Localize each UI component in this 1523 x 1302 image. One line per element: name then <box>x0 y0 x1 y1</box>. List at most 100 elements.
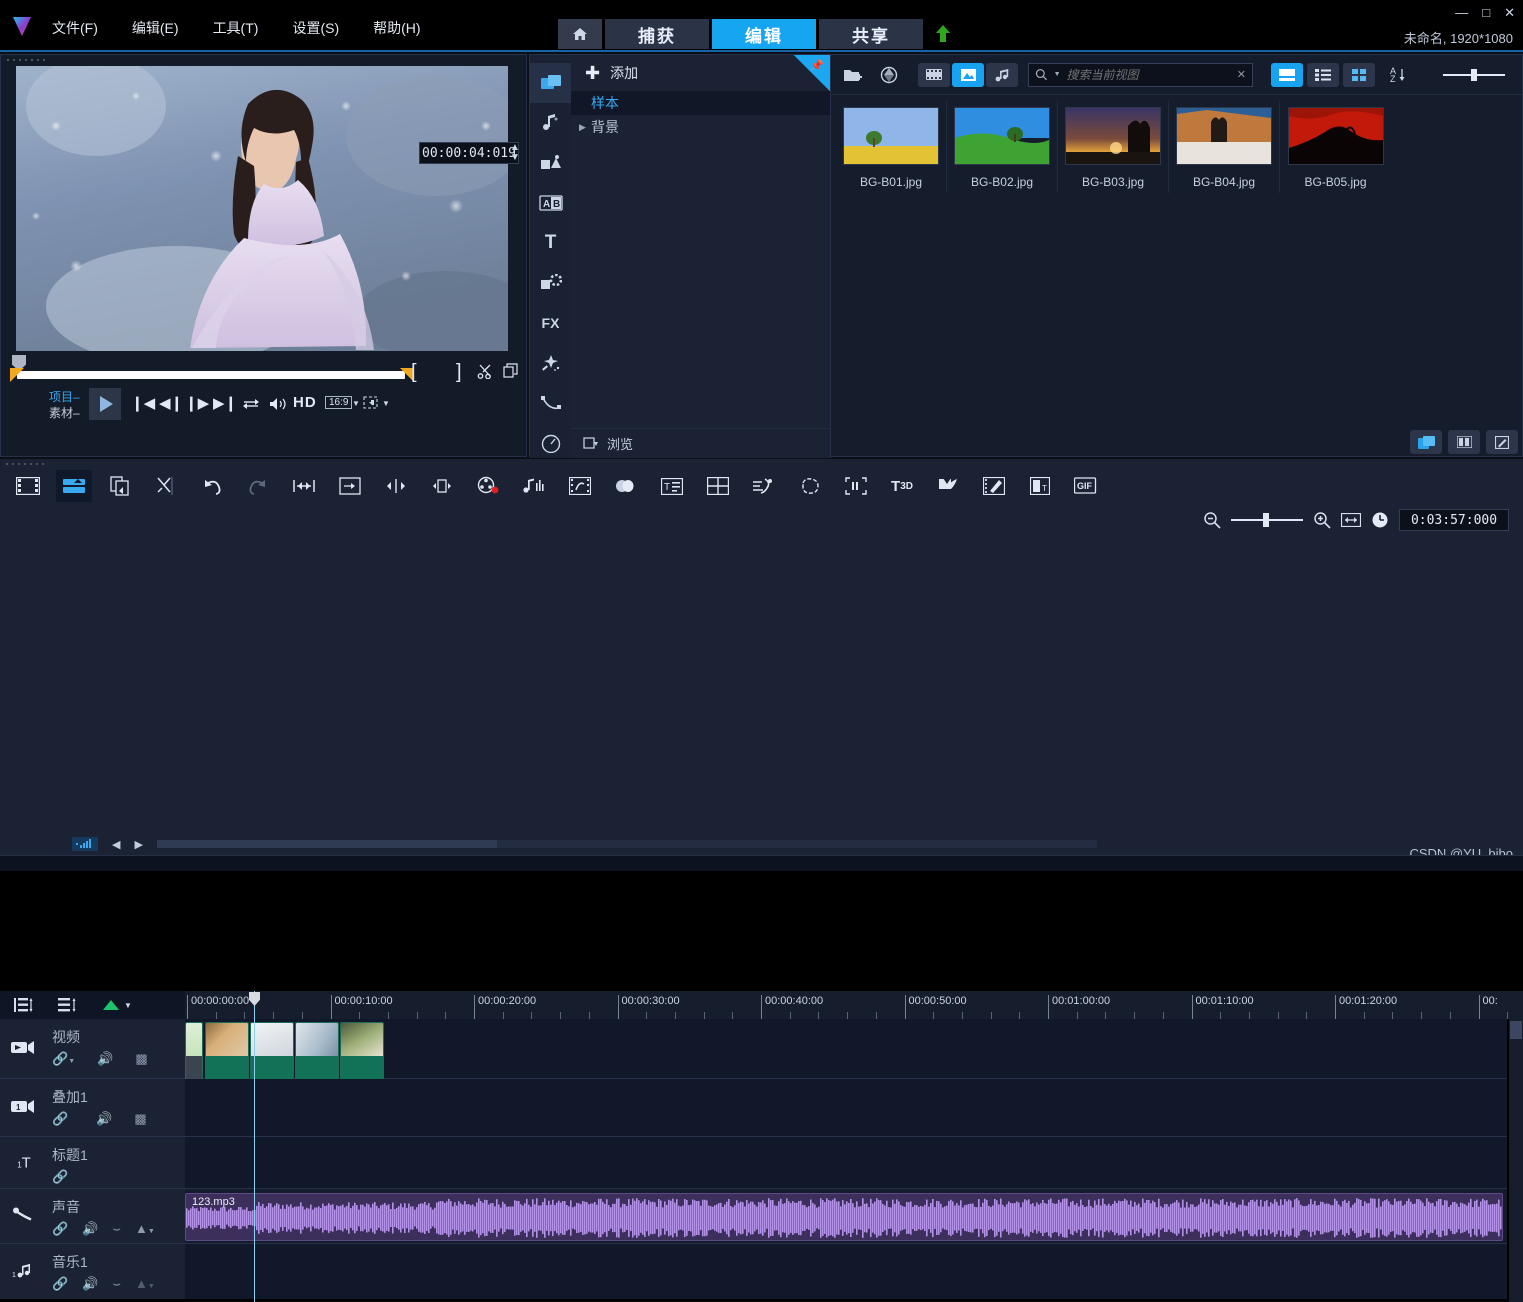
mask-icon[interactable] <box>792 470 828 502</box>
graphic-icon[interactable] <box>530 263 571 303</box>
zoom-out-icon[interactable] <box>1203 511 1221 529</box>
tab-share[interactable]: 共享 <box>819 19 923 49</box>
chevron-right-icon[interactable]: ▶ <box>579 122 586 133</box>
copy-attributes-icon[interactable] <box>102 470 138 502</box>
track-body-voice[interactable]: 123.mp3 <box>185 1189 1507 1244</box>
media-icon[interactable] <box>530 63 571 103</box>
timeline-playhead[interactable] <box>254 991 255 1302</box>
clear-search-icon[interactable]: ✕ <box>1237 68 1246 81</box>
slider-knob[interactable] <box>1263 513 1269 527</box>
library-item[interactable]: BG-B02.jpg <box>947 101 1058 193</box>
mode-project[interactable]: 项目– <box>49 389 80 405</box>
menu-settings[interactable]: 设置(S) <box>286 16 345 40</box>
video-clip[interactable] <box>185 1022 203 1080</box>
fx-icon[interactable]: FX <box>530 303 571 343</box>
scroll-right-icon[interactable]: ▶ <box>134 838 142 851</box>
clock-icon[interactable] <box>1371 511 1389 529</box>
timeline-view-icon[interactable] <box>56 470 92 502</box>
thumbnail-size-slider[interactable] <box>1443 68 1505 81</box>
timeline-zoom-slider[interactable] <box>1231 513 1303 527</box>
hide-icon[interactable]: ▩ <box>135 1051 147 1067</box>
mark-in-button[interactable]: [ <box>411 361 417 384</box>
library-item[interactable]: BG-B05.jpg <box>1280 101 1391 193</box>
track-header-title[interactable]: 1T 标题1 🔗 <box>0 1137 185 1189</box>
mixer-icon[interactable] <box>148 470 184 502</box>
mix-audio-icon[interactable] <box>58 997 78 1013</box>
crop-icon[interactable] <box>332 470 368 502</box>
mute-icon[interactable]: 🔊 <box>82 1221 98 1237</box>
menu-help[interactable]: 帮助(H) <box>367 16 426 40</box>
speed-icon[interactable] <box>530 423 571 463</box>
audio-mixer-icon[interactable] <box>516 470 552 502</box>
tab-home[interactable] <box>558 19 602 49</box>
link-icon[interactable]: 🔗 <box>52 1276 68 1292</box>
hide-icon[interactable]: ▩ <box>134 1111 146 1127</box>
multicam-icon[interactable] <box>608 470 644 502</box>
tab-edit[interactable]: 编辑 <box>712 19 816 49</box>
paint-icon[interactable] <box>930 470 966 502</box>
velocity-icon[interactable] <box>746 470 782 502</box>
jump-end-button[interactable]: ▶❙ <box>213 394 237 412</box>
play-button[interactable] <box>89 388 121 420</box>
horizontal-scroll-thumb[interactable] <box>156 840 497 848</box>
search-dropdown-icon[interactable]: ▼ <box>1054 71 1061 78</box>
stopmotion-icon[interactable] <box>976 470 1012 502</box>
filter-video-icon[interactable] <box>918 62 950 87</box>
mute-icon[interactable]: 🔊 <box>96 1111 112 1127</box>
tree-item-sample[interactable]: 样本 <box>571 91 830 115</box>
title-t-icon[interactable]: T <box>530 223 571 263</box>
fit-project-icon[interactable] <box>286 470 322 502</box>
next-frame-button[interactable]: ❙▶ <box>185 394 209 412</box>
track-body-music[interactable] <box>185 1244 1507 1299</box>
fade-icon[interactable]: ⌣ <box>112 1276 121 1292</box>
timeline-ruler[interactable]: 00:00:00:00 00:00:10:00 00:00:20:00 00:00:3… <box>185 991 1523 1019</box>
menu-edit[interactable]: 编辑(E) <box>126 16 185 40</box>
split-view-icon[interactable] <box>1448 430 1480 454</box>
record-capture-icon[interactable] <box>876 64 902 86</box>
tree-item-background[interactable]: ▶ 背景 <box>571 115 830 139</box>
fit-timeline-icon[interactable] <box>1341 513 1361 527</box>
record-voice-icon[interactable] <box>470 470 506 502</box>
edit-view-icon[interactable] <box>1486 430 1518 454</box>
scroll-left-icon[interactable]: ◀ <box>112 838 120 851</box>
slider-knob[interactable] <box>1471 68 1477 81</box>
mute-icon[interactable]: 🔊 <box>82 1276 98 1292</box>
zoom-in-icon[interactable] <box>1313 511 1331 529</box>
filter-image-icon[interactable] <box>952 62 984 87</box>
track-header-voice[interactable]: 声音 🔗 🔊 ⌣ ▲▼ <box>0 1189 185 1244</box>
title3d-icon[interactable]: T 3D <box>884 470 920 502</box>
plus-icon[interactable]: ✚ <box>585 63 600 84</box>
preview-video[interactable] <box>16 66 508 351</box>
close-button[interactable]: ✕ <box>1504 6 1515 19</box>
mute-icon[interactable]: 🔊 <box>97 1051 113 1067</box>
audio-icon[interactable] <box>530 103 571 143</box>
link-icon[interactable]: 🔗 <box>52 1221 68 1237</box>
fullscreen-dropdown-icon[interactable]: ▼ <box>382 399 390 408</box>
jump-start-button[interactable]: ❙◀ <box>131 394 155 412</box>
menu-file[interactable]: 文件(F) <box>46 16 104 40</box>
link-icon[interactable]: 🔗 <box>52 1169 68 1185</box>
track-header-music[interactable]: 1 音乐1 🔗 🔊 ⌣ ▲▼ <box>0 1244 185 1299</box>
filter-audio-icon[interactable] <box>986 62 1018 87</box>
project-duration[interactable]: 0:03:57:000 <box>1399 509 1509 531</box>
prev-frame-button[interactable]: ◀❙ <box>159 394 183 412</box>
mode-clip[interactable]: 素材– <box>49 405 80 421</box>
add-track-button[interactable]: ▼ <box>102 998 132 1012</box>
trim-icon[interactable] <box>424 470 460 502</box>
preview-scrub-track[interactable] <box>17 371 405 379</box>
level-icon[interactable]: ▲▼ <box>135 1276 155 1292</box>
panel-grip[interactable] <box>5 57 49 63</box>
transition-icon[interactable] <box>530 143 571 183</box>
gif-icon[interactable]: GIF <box>1068 470 1104 502</box>
storyboard-view-icon[interactable] <box>10 470 46 502</box>
track-body-overlay[interactable] <box>185 1079 1507 1137</box>
link-icon[interactable]: 🔗 <box>52 1111 68 1127</box>
library-item[interactable]: BG-B04.jpg <box>1169 101 1280 193</box>
video-clip[interactable] <box>205 1022 249 1080</box>
magic-wand-icon[interactable] <box>530 343 571 383</box>
timeline-vertical-scrollbar[interactable] <box>1509 1019 1523 1302</box>
add-track-small-icon[interactable] <box>72 837 98 851</box>
aspect-dropdown-icon[interactable]: ▼ <box>352 399 360 408</box>
import-folder-icon[interactable] <box>840 64 866 86</box>
split-screen-icon[interactable] <box>700 470 736 502</box>
